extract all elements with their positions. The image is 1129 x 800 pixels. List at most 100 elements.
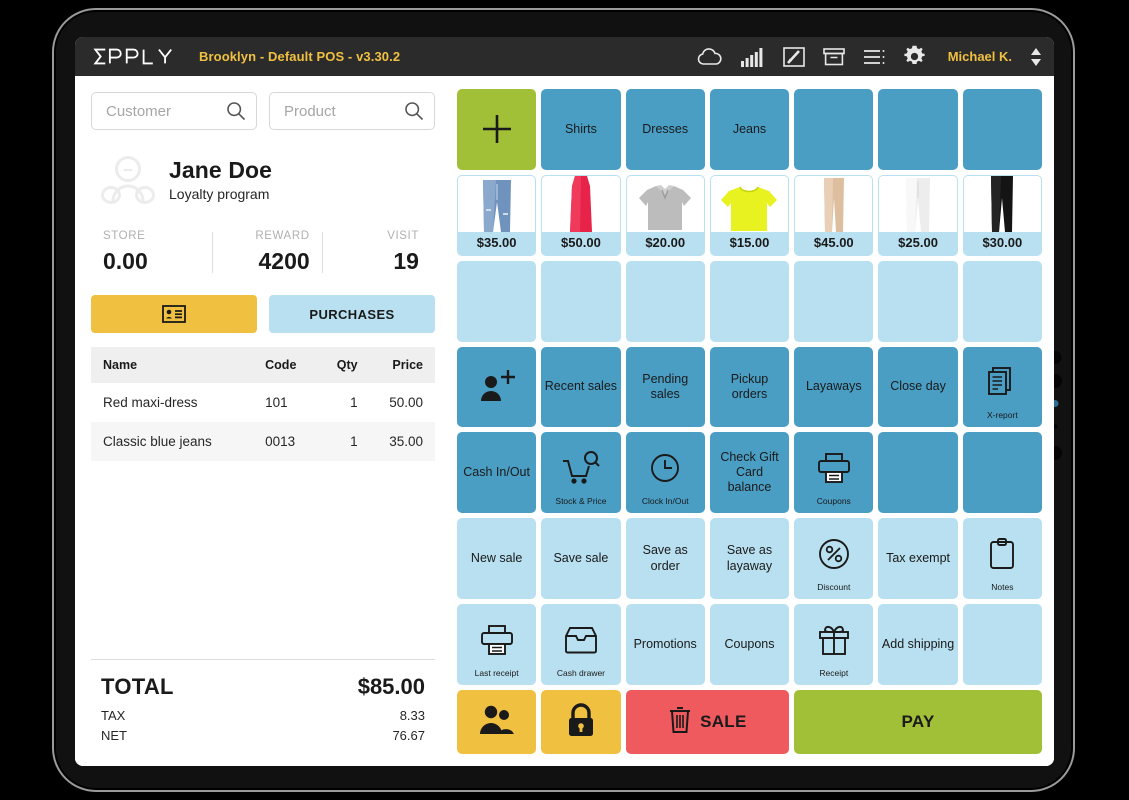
grid-button-empty[interactable] <box>878 89 958 170</box>
grid-button-empty[interactable] <box>962 604 1042 686</box>
white-jeans-image <box>901 176 935 232</box>
tab-customer-card[interactable] <box>91 295 257 333</box>
grid-button-clock-in-out[interactable]: Clock In/Out <box>625 432 705 514</box>
grid-button-save-as-order[interactable]: Save as order <box>625 518 705 600</box>
customer-card[interactable]: Jane Doe Loyalty program <box>91 154 435 204</box>
stat-label: REWARD <box>255 230 310 242</box>
tab-purchases[interactable]: PURCHASES <box>269 295 435 333</box>
action-button-pay[interactable]: PAY <box>794 690 1042 754</box>
clock-icon <box>650 453 680 483</box>
grid-button-x-report[interactable]: X-report <box>962 346 1042 428</box>
cell-code: 0013 <box>257 422 319 461</box>
printer-icon <box>817 452 850 483</box>
grid-button-cash-in-out[interactable]: Cash In/Out <box>457 432 537 514</box>
product-tile[interactable]: $20.00 <box>625 174 705 256</box>
product-tile[interactable]: $50.00 <box>541 174 621 256</box>
action-button-sale[interactable]: SALE <box>625 690 790 754</box>
grid-button-promotions[interactable]: Promotions <box>625 604 705 686</box>
grid-button-jeans[interactable]: Jeans <box>709 89 790 170</box>
grid-button-sublabel: Clock In/Out <box>641 495 689 506</box>
grid-button-save-as-layaway[interactable]: Save as layaway <box>709 518 790 600</box>
table-row[interactable]: Classic blue jeans 0013 1 35.00 <box>91 422 435 461</box>
pen-box-icon[interactable] <box>782 46 805 68</box>
grid-button-label: Shirts <box>564 121 597 136</box>
tax-row: TAX 8.33 <box>101 708 425 723</box>
report-icon <box>987 367 1017 397</box>
product-tile[interactable]: $35.00 <box>457 174 537 256</box>
column-qty: Qty <box>318 347 366 383</box>
grid-button-empty[interactable] <box>794 260 874 342</box>
grid-button-recent-sales[interactable]: Recent sales <box>541 346 621 428</box>
grid-button-empty[interactable] <box>709 260 790 342</box>
action-button-users[interactable] <box>457 690 537 754</box>
grid-button-coupons[interactable]: Coupons <box>794 432 874 514</box>
grid-button-close-day[interactable]: Close day <box>878 346 958 428</box>
cloud-icon[interactable] <box>696 47 723 67</box>
product-tile[interactable]: $15.00 <box>709 174 790 256</box>
grid-button-new-sale[interactable]: New sale <box>457 518 537 600</box>
customer-search-input[interactable]: Customer <box>91 92 257 130</box>
grid-button-empty[interactable] <box>962 89 1042 170</box>
table-header-row: Name Code Qty Price <box>91 347 435 383</box>
grid-button-stock-price[interactable]: Stock & Price <box>541 432 621 514</box>
left-panel: Customer Product Jane Doe Loyalty progra… <box>75 76 451 766</box>
grid-button-pickup-orders[interactable]: Pickup orders <box>709 346 790 428</box>
product-tile[interactable]: $30.00 <box>962 174 1042 256</box>
grid-button-empty[interactable] <box>457 260 537 342</box>
grid-button-cash-drawer[interactable]: Cash drawer <box>541 604 621 686</box>
grid-button-add-customer[interactable] <box>457 346 537 428</box>
chevron-updown-icon[interactable] <box>1030 47 1042 67</box>
list-icon[interactable] <box>863 49 885 65</box>
grid-button-coupons[interactable]: Coupons <box>709 604 790 686</box>
top-bar-actions: Michael K. <box>696 45 1042 68</box>
grid-button-notes[interactable]: Notes <box>962 518 1042 600</box>
erply-logo-icon <box>93 48 172 65</box>
cart-search-icon <box>562 450 600 485</box>
signal-icon[interactable] <box>740 47 765 67</box>
grey-polo-image <box>637 176 693 232</box>
grid-button-label: Save as order <box>642 543 688 573</box>
gear-icon[interactable] <box>903 45 926 68</box>
black-jeans-image <box>985 175 1019 232</box>
grid-button-empty[interactable] <box>625 260 705 342</box>
product-search-input[interactable]: Product <box>269 92 435 130</box>
product-tile[interactable]: $45.00 <box>794 174 874 256</box>
grid-button-check-gift-card-balance[interactable]: Check Gift Card balance <box>709 432 790 514</box>
username-label[interactable]: Michael K. <box>948 49 1012 64</box>
users-icon <box>478 704 516 741</box>
cell-price: 50.00 <box>389 395 423 410</box>
clipboard-icon <box>989 537 1015 570</box>
grid-button-sublabel: Stock & Price <box>555 495 607 506</box>
grid-button-empty[interactable] <box>878 260 958 342</box>
app-title: Brooklyn - Default POS - v3.30.2 <box>199 49 401 64</box>
grid-button-last-receipt[interactable]: Last receipt <box>457 604 537 686</box>
product-tile[interactable]: $25.00 <box>878 174 958 256</box>
grid-button-empty[interactable] <box>962 432 1042 514</box>
grid-button-plus[interactable] <box>457 89 537 170</box>
archive-icon[interactable] <box>822 46 845 68</box>
grid-button-add-shipping[interactable]: Add shipping <box>878 604 958 686</box>
add-customer-icon <box>477 369 517 405</box>
grid-button-pending-sales[interactable]: Pending sales <box>625 346 705 428</box>
grid-button-empty[interactable] <box>794 89 874 170</box>
grid-button-receipt[interactable]: Receipt <box>794 604 874 686</box>
grid-button-empty[interactable] <box>962 260 1042 342</box>
grid-button-empty[interactable] <box>878 432 958 514</box>
grid-button-save-sale[interactable]: Save sale <box>541 518 621 600</box>
grid-button-label: Save sale <box>553 551 609 566</box>
grid-button-dresses[interactable]: Dresses <box>625 89 705 170</box>
avatar <box>101 156 155 204</box>
grid-button-tax-exempt[interactable]: Tax exempt <box>878 518 958 600</box>
top-bar: Brooklyn - Default POS - v3.30.2 Michael… <box>75 37 1054 76</box>
customer-stats: STORE 0.00 REWARD 4200 VISIT 19 <box>91 230 435 275</box>
action-button-lock[interactable] <box>541 690 621 754</box>
tablet-frame: Brooklyn - Default POS - v3.30.2 Michael… <box>52 8 1075 792</box>
action-button-label: PAY <box>901 712 935 731</box>
beige-trousers-image <box>820 176 848 232</box>
cell-name: Red maxi-dress <box>103 395 198 410</box>
grid-button-layaways[interactable]: Layaways <box>794 346 874 428</box>
grid-button-discount[interactable]: Discount <box>794 518 874 600</box>
grid-button-shirts[interactable]: Shirts <box>541 89 621 170</box>
table-row[interactable]: Red maxi-dress 101 1 50.00 <box>91 383 435 422</box>
grid-button-empty[interactable] <box>541 260 621 342</box>
